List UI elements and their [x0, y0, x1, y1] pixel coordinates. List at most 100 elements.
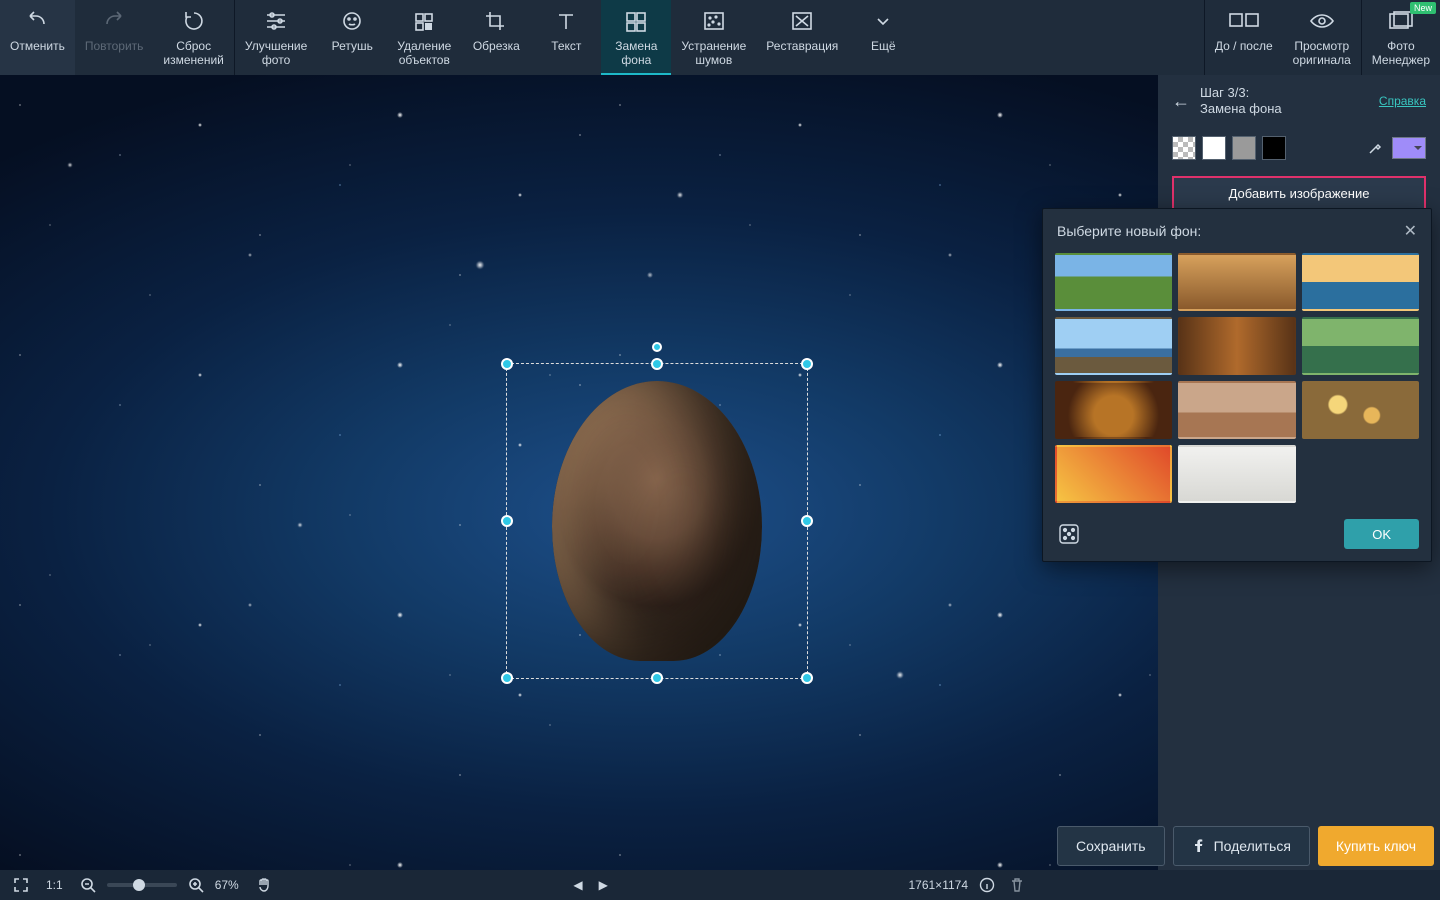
resize-handle-r[interactable] [801, 515, 813, 527]
bottom-bar: 1:1 67% ◀ ▶ 1761×1174 [0, 870, 1440, 900]
bg-thumb-paper[interactable] [1178, 445, 1295, 503]
eye-icon [1309, 8, 1335, 34]
rotate-handle[interactable] [652, 342, 662, 352]
view-original-label: Просмотр оригинала [1293, 40, 1351, 68]
restore-button[interactable]: Реставрация [756, 0, 848, 75]
facebook-icon [1192, 838, 1206, 855]
bg-thumb-stage[interactable] [1055, 381, 1172, 439]
face-icon [340, 8, 364, 34]
resize-handle-tl[interactable] [501, 358, 513, 370]
swatch-white[interactable] [1202, 136, 1226, 160]
help-link[interactable]: Справка [1379, 94, 1426, 108]
fit-ratio[interactable]: 1:1 [46, 878, 63, 892]
more-button[interactable]: Ещё [848, 0, 918, 75]
enhance-label: Улучшение фото [245, 40, 307, 68]
reset-button[interactable]: Сброс изменений [153, 0, 233, 75]
photo-manager-button[interactable]: New Фото Менеджер [1362, 0, 1440, 75]
redo-icon [101, 8, 127, 34]
more-label: Ещё [871, 40, 896, 54]
dice-random-icon[interactable] [1055, 520, 1083, 548]
undo-icon [24, 8, 50, 34]
action-button-bar: Сохранить Поделиться Купить ключ [1057, 826, 1434, 866]
chevron-down-icon [873, 8, 893, 34]
trash-icon[interactable] [1006, 874, 1028, 896]
bg-thumb-boardwalk[interactable] [1178, 253, 1295, 311]
bg-thumb-path[interactable] [1055, 253, 1172, 311]
before-after-label: До / после [1215, 40, 1273, 54]
bg-thumb-forest[interactable] [1178, 317, 1295, 375]
resize-handle-b[interactable] [651, 672, 663, 684]
pan-hand-icon[interactable] [253, 874, 275, 896]
background-thumbnails [1043, 253, 1431, 509]
info-icon[interactable] [976, 874, 998, 896]
crop-label: Обрезка [473, 40, 520, 54]
bg-replace-label: Замена фона [615, 40, 657, 68]
sliders-icon [264, 8, 288, 34]
redo-button: Повторить [75, 0, 154, 75]
top-toolbar: Отменить Повторить Сброс изменений Улучш… [0, 0, 1440, 75]
denoise-button[interactable]: Устранение шумов [671, 0, 756, 75]
zoom-percentage: 67% [215, 878, 239, 892]
noise-icon [702, 8, 726, 34]
remove-objects-button[interactable]: Удаление объектов [387, 0, 461, 75]
subject-portrait [552, 381, 762, 661]
color-swatch-row [1158, 128, 1440, 168]
before-after-button[interactable]: До / после [1205, 0, 1283, 75]
bg-thumb-mars[interactable] [1178, 381, 1295, 439]
eraser-icon [412, 8, 436, 34]
view-original-button[interactable]: Просмотр оригинала [1283, 0, 1361, 75]
zoom-slider[interactable] [107, 883, 177, 887]
step-indicator: Шаг 3/3: [1200, 85, 1282, 101]
bg-thumb-fire[interactable] [1055, 445, 1172, 503]
crop-button[interactable]: Обрезка [461, 0, 531, 75]
zoom-in-icon[interactable] [185, 874, 207, 896]
new-badge: New [1410, 2, 1436, 14]
text-icon [554, 8, 578, 34]
resize-handle-bl[interactable] [501, 672, 513, 684]
color-picker-button[interactable] [1392, 137, 1426, 159]
image-dimensions: 1761×1174 [908, 878, 968, 892]
bg-thumb-bokeh[interactable] [1302, 381, 1419, 439]
zoom-control: 67% [77, 874, 239, 896]
resize-handle-t[interactable] [651, 358, 663, 370]
redo-label: Повторить [85, 40, 144, 54]
add-image-button[interactable]: Добавить изображение [1172, 176, 1426, 212]
text-label: Текст [551, 40, 581, 54]
prev-image-icon[interactable]: ◀ [573, 878, 582, 892]
next-image-icon[interactable]: ▶ [599, 878, 608, 892]
text-button[interactable]: Текст [531, 0, 601, 75]
bg-replace-icon [624, 8, 648, 34]
swatch-black[interactable] [1262, 136, 1286, 160]
resize-handle-br[interactable] [801, 672, 813, 684]
resize-handle-tr[interactable] [801, 358, 813, 370]
retouch-label: Ретушь [332, 40, 373, 54]
eyedropper-icon[interactable] [1364, 137, 1386, 159]
bg-replace-button[interactable]: Замена фона [601, 0, 671, 75]
selection-box[interactable] [506, 363, 808, 679]
bg-thumb-sunset[interactable] [1302, 253, 1419, 311]
ok-button[interactable]: OK [1344, 519, 1419, 549]
bg-thumb-seacliff[interactable] [1055, 317, 1172, 375]
swatch-gray[interactable] [1232, 136, 1256, 160]
denoise-label: Устранение шумов [681, 40, 746, 68]
zoom-out-icon[interactable] [77, 874, 99, 896]
save-button[interactable]: Сохранить [1057, 826, 1165, 866]
resize-handle-l[interactable] [501, 515, 513, 527]
share-button[interactable]: Поделиться [1173, 826, 1310, 866]
back-arrow-icon[interactable]: ← [1172, 91, 1190, 112]
undo-label: Отменить [10, 40, 65, 54]
buy-key-button[interactable]: Купить ключ [1318, 826, 1434, 866]
remove-objects-label: Удаление объектов [397, 40, 451, 68]
compare-icon [1229, 8, 1259, 34]
close-icon[interactable]: ✕ [1404, 221, 1417, 241]
zoom-slider-thumb[interactable] [133, 879, 145, 891]
swatch-transparent[interactable] [1172, 136, 1196, 160]
popup-title: Выберите новый фон: [1057, 223, 1201, 239]
undo-button[interactable]: Отменить [0, 0, 75, 75]
photo-manager-label: Фото Менеджер [1372, 40, 1430, 68]
fullscreen-icon[interactable] [10, 874, 32, 896]
panel-title: Замена фона [1200, 101, 1282, 117]
retouch-button[interactable]: Ретушь [317, 0, 387, 75]
enhance-button[interactable]: Улучшение фото [235, 0, 317, 75]
bg-thumb-lake[interactable] [1302, 317, 1419, 375]
